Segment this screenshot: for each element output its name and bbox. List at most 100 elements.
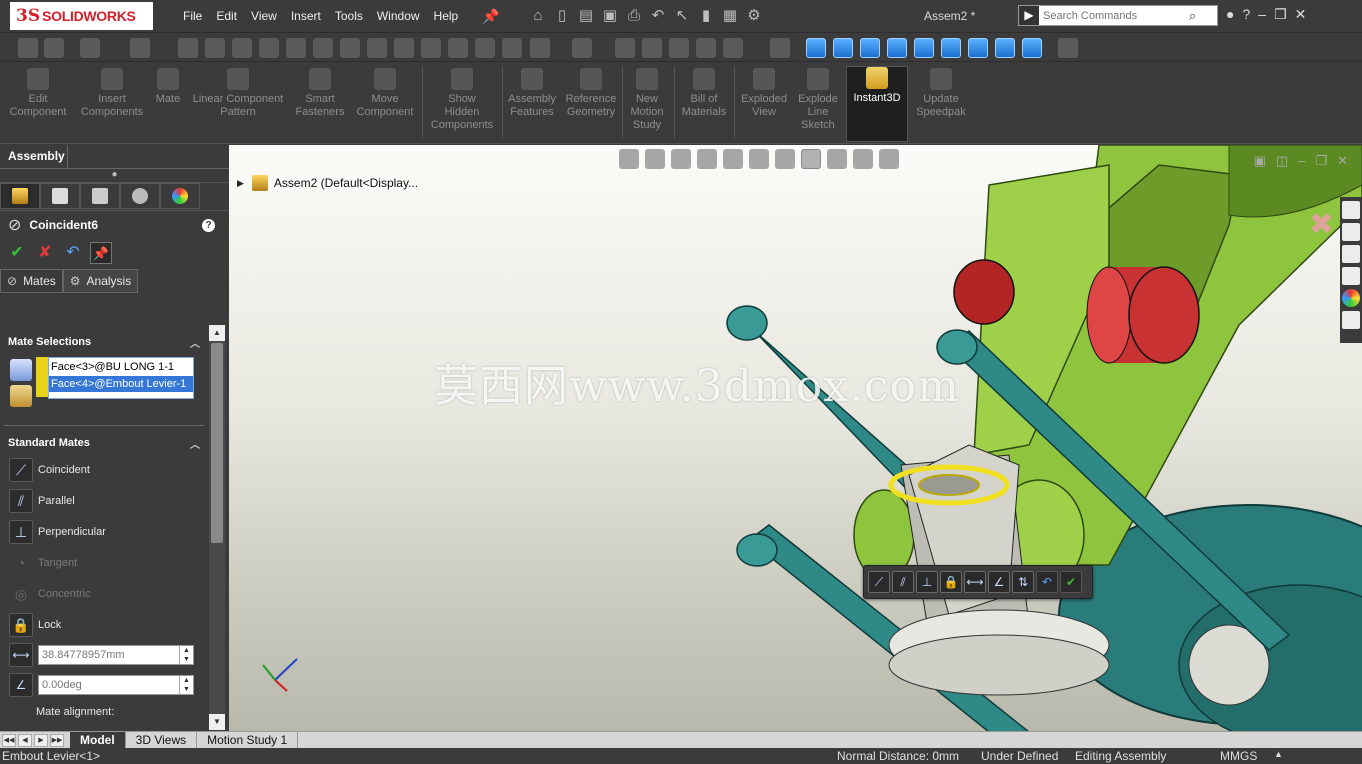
dynamic-annotation-icon[interactable] <box>723 149 743 169</box>
entities-to-mate-list[interactable]: Face<3>@BU LONG 1-1 Face<4>@Embout Levie… <box>48 357 194 399</box>
last-tab-icon[interactable]: ▶▶ <box>50 733 64 747</box>
edit-component-button[interactable]: Edit Component <box>6 68 70 119</box>
print-icon[interactable]: ⎙ <box>624 6 644 26</box>
distance-icon[interactable]: ⟷ <box>9 643 33 667</box>
new-document-icon[interactable]: ▯ <box>552 6 572 26</box>
ok-button[interactable]: ✔ <box>6 242 28 264</box>
parallel-icon[interactable]: ⫽ <box>892 571 914 593</box>
tab-mates[interactable]: ⊘ Mates <box>0 269 63 293</box>
tab-model[interactable]: Model <box>70 731 126 749</box>
flip-alignment-icon[interactable]: ⇅ <box>1012 571 1034 593</box>
scroll-up-icon[interactable]: ▲ <box>209 325 225 341</box>
angle-icon[interactable]: ∠ <box>988 571 1010 593</box>
multiple-mate-icon[interactable] <box>10 385 32 407</box>
new-motion-study-button[interactable]: New Motion Study <box>624 68 670 132</box>
custom-properties-icon[interactable] <box>1342 311 1360 329</box>
search-commands[interactable]: ▶ ⌕ <box>1018 5 1218 26</box>
distance-field[interactable]: 38.84778957mm ▲ ▼ <box>38 645 194 665</box>
expand-icon[interactable]: ▶ <box>237 178 244 189</box>
toolbar-icon[interactable] <box>178 38 198 58</box>
toolbar-icon[interactable] <box>18 38 38 58</box>
view-bottom-icon[interactable] <box>941 38 961 58</box>
toolbar-icon[interactable] <box>286 38 306 58</box>
collapse-icon[interactable]: ︿ <box>190 335 200 350</box>
list-item[interactable]: Face<4>@Embout Levier-1 <box>49 376 193 392</box>
coincident-icon[interactable]: ⟋ <box>868 571 890 593</box>
menu-edit[interactable]: Edit <box>209 9 244 23</box>
tab-feature-manager[interactable] <box>0 183 40 209</box>
normal-to-icon[interactable] <box>770 38 790 58</box>
mate-perpendicular[interactable]: ⊥ Perpendicular <box>0 516 208 547</box>
move-component-button[interactable]: Move Component <box>352 68 418 119</box>
section-view-icon[interactable] <box>697 149 717 169</box>
restore-icon[interactable]: ❐ <box>1274 6 1287 23</box>
collapse-icon[interactable]: ︿ <box>190 436 200 451</box>
view-trimetric-icon[interactable] <box>995 38 1015 58</box>
toolbar-icon[interactable] <box>723 38 743 58</box>
assembly-features-button[interactable]: Assembly Features <box>504 68 560 119</box>
lock-icon[interactable]: 🔒 <box>940 571 962 593</box>
menu-help[interactable]: Help <box>427 9 466 23</box>
view-top-icon[interactable] <box>914 38 934 58</box>
tab-dimxpert[interactable] <box>120 183 160 209</box>
menu-file[interactable]: File <box>176 9 209 23</box>
mate-concentric[interactable]: ◎ Concentric <box>0 578 208 609</box>
view-orientation-icon[interactable] <box>749 149 769 169</box>
tab-motion-study-1[interactable]: Motion Study 1 <box>197 731 299 749</box>
show-hidden-components-button[interactable]: Show Hidden Components <box>426 68 498 132</box>
tab-assembly[interactable]: Assembly <box>0 145 68 168</box>
units-dropdown-icon[interactable]: ▲ <box>1274 749 1283 759</box>
toolbar-icon[interactable] <box>572 38 592 58</box>
undo-button[interactable]: ↶ <box>62 242 84 264</box>
linear-component-pattern-button[interactable]: Linear Component Pattern <box>188 68 288 119</box>
user-icon[interactable]: ● <box>1226 6 1234 23</box>
menu-tools[interactable]: Tools <box>328 9 370 23</box>
view-isometric-icon[interactable] <box>968 38 988 58</box>
cancel-confirmation-corner-icon[interactable]: ✖ <box>1309 207 1334 242</box>
hide-show-items-icon[interactable] <box>801 149 821 169</box>
ok-icon[interactable]: ✔ <box>1060 571 1082 593</box>
distance-spinner[interactable]: ▲ ▼ <box>179 646 193 664</box>
mate-tangent[interactable]: ◔ Tangent <box>0 547 208 578</box>
toolbar-icon[interactable] <box>367 38 387 58</box>
tab-property-manager[interactable] <box>40 183 80 209</box>
toolbar-icon[interactable] <box>502 38 522 58</box>
graphics-area[interactable]: ▶ Assem2 (Default<Display... ▣ ◫ – ❐ ✕ ✖… <box>229 145 1362 732</box>
cancel-button[interactable]: ✘ <box>34 242 56 264</box>
view-right-icon[interactable] <box>887 38 907 58</box>
close-icon[interactable]: ✕ <box>1295 6 1307 23</box>
toolbar-icon[interactable] <box>421 38 441 58</box>
toolbar-icon[interactable] <box>696 38 716 58</box>
options-gear-icon[interactable]: ⚙ <box>744 6 764 26</box>
toolbar-icon[interactable] <box>130 38 150 58</box>
toolbar-icon[interactable] <box>232 38 252 58</box>
select-filter-icon[interactable] <box>80 38 100 58</box>
search-icon[interactable]: ⌕ <box>1189 8 1196 24</box>
tab-configuration-manager[interactable] <box>80 183 120 209</box>
previous-view-icon[interactable] <box>671 149 691 169</box>
angle-field[interactable]: 0.00deg ▲ ▼ <box>38 675 194 695</box>
toolbar-icon[interactable] <box>394 38 414 58</box>
feature-tree-flyout[interactable]: ▶ Assem2 (Default<Display... <box>237 175 418 191</box>
display-style-icon[interactable] <box>775 149 795 169</box>
toolbar-icon[interactable] <box>205 38 225 58</box>
first-tab-icon[interactable]: ◀◀ <box>2 733 16 747</box>
restore-icon[interactable]: ❐ <box>1315 153 1327 169</box>
panel-splitter[interactable]: ● <box>0 169 229 183</box>
edit-appearance-icon[interactable] <box>827 149 847 169</box>
solidworks-resources-icon[interactable] <box>1342 201 1360 219</box>
appearances-icon[interactable] <box>1342 289 1360 307</box>
minimize-icon[interactable]: – <box>1258 6 1266 23</box>
toolbar-icon[interactable] <box>669 38 689 58</box>
standard-mates-header[interactable]: Standard Mates ︿ <box>0 432 208 454</box>
home-icon[interactable]: ⌂ <box>528 6 548 26</box>
tree-root-label[interactable]: Assem2 (Default<Display... <box>274 176 418 190</box>
search-scope-icon[interactable]: ▶ <box>1019 6 1039 25</box>
toolbar-icon[interactable] <box>448 38 468 58</box>
split-icon[interactable]: ◫ <box>1276 153 1288 169</box>
distance-icon[interactable]: ⟷ <box>964 571 986 593</box>
close-icon[interactable]: ✕ <box>1337 153 1348 169</box>
search-input[interactable] <box>1039 9 1189 22</box>
toolbar-icon[interactable] <box>313 38 333 58</box>
zoom-to-fit-icon[interactable] <box>619 149 639 169</box>
